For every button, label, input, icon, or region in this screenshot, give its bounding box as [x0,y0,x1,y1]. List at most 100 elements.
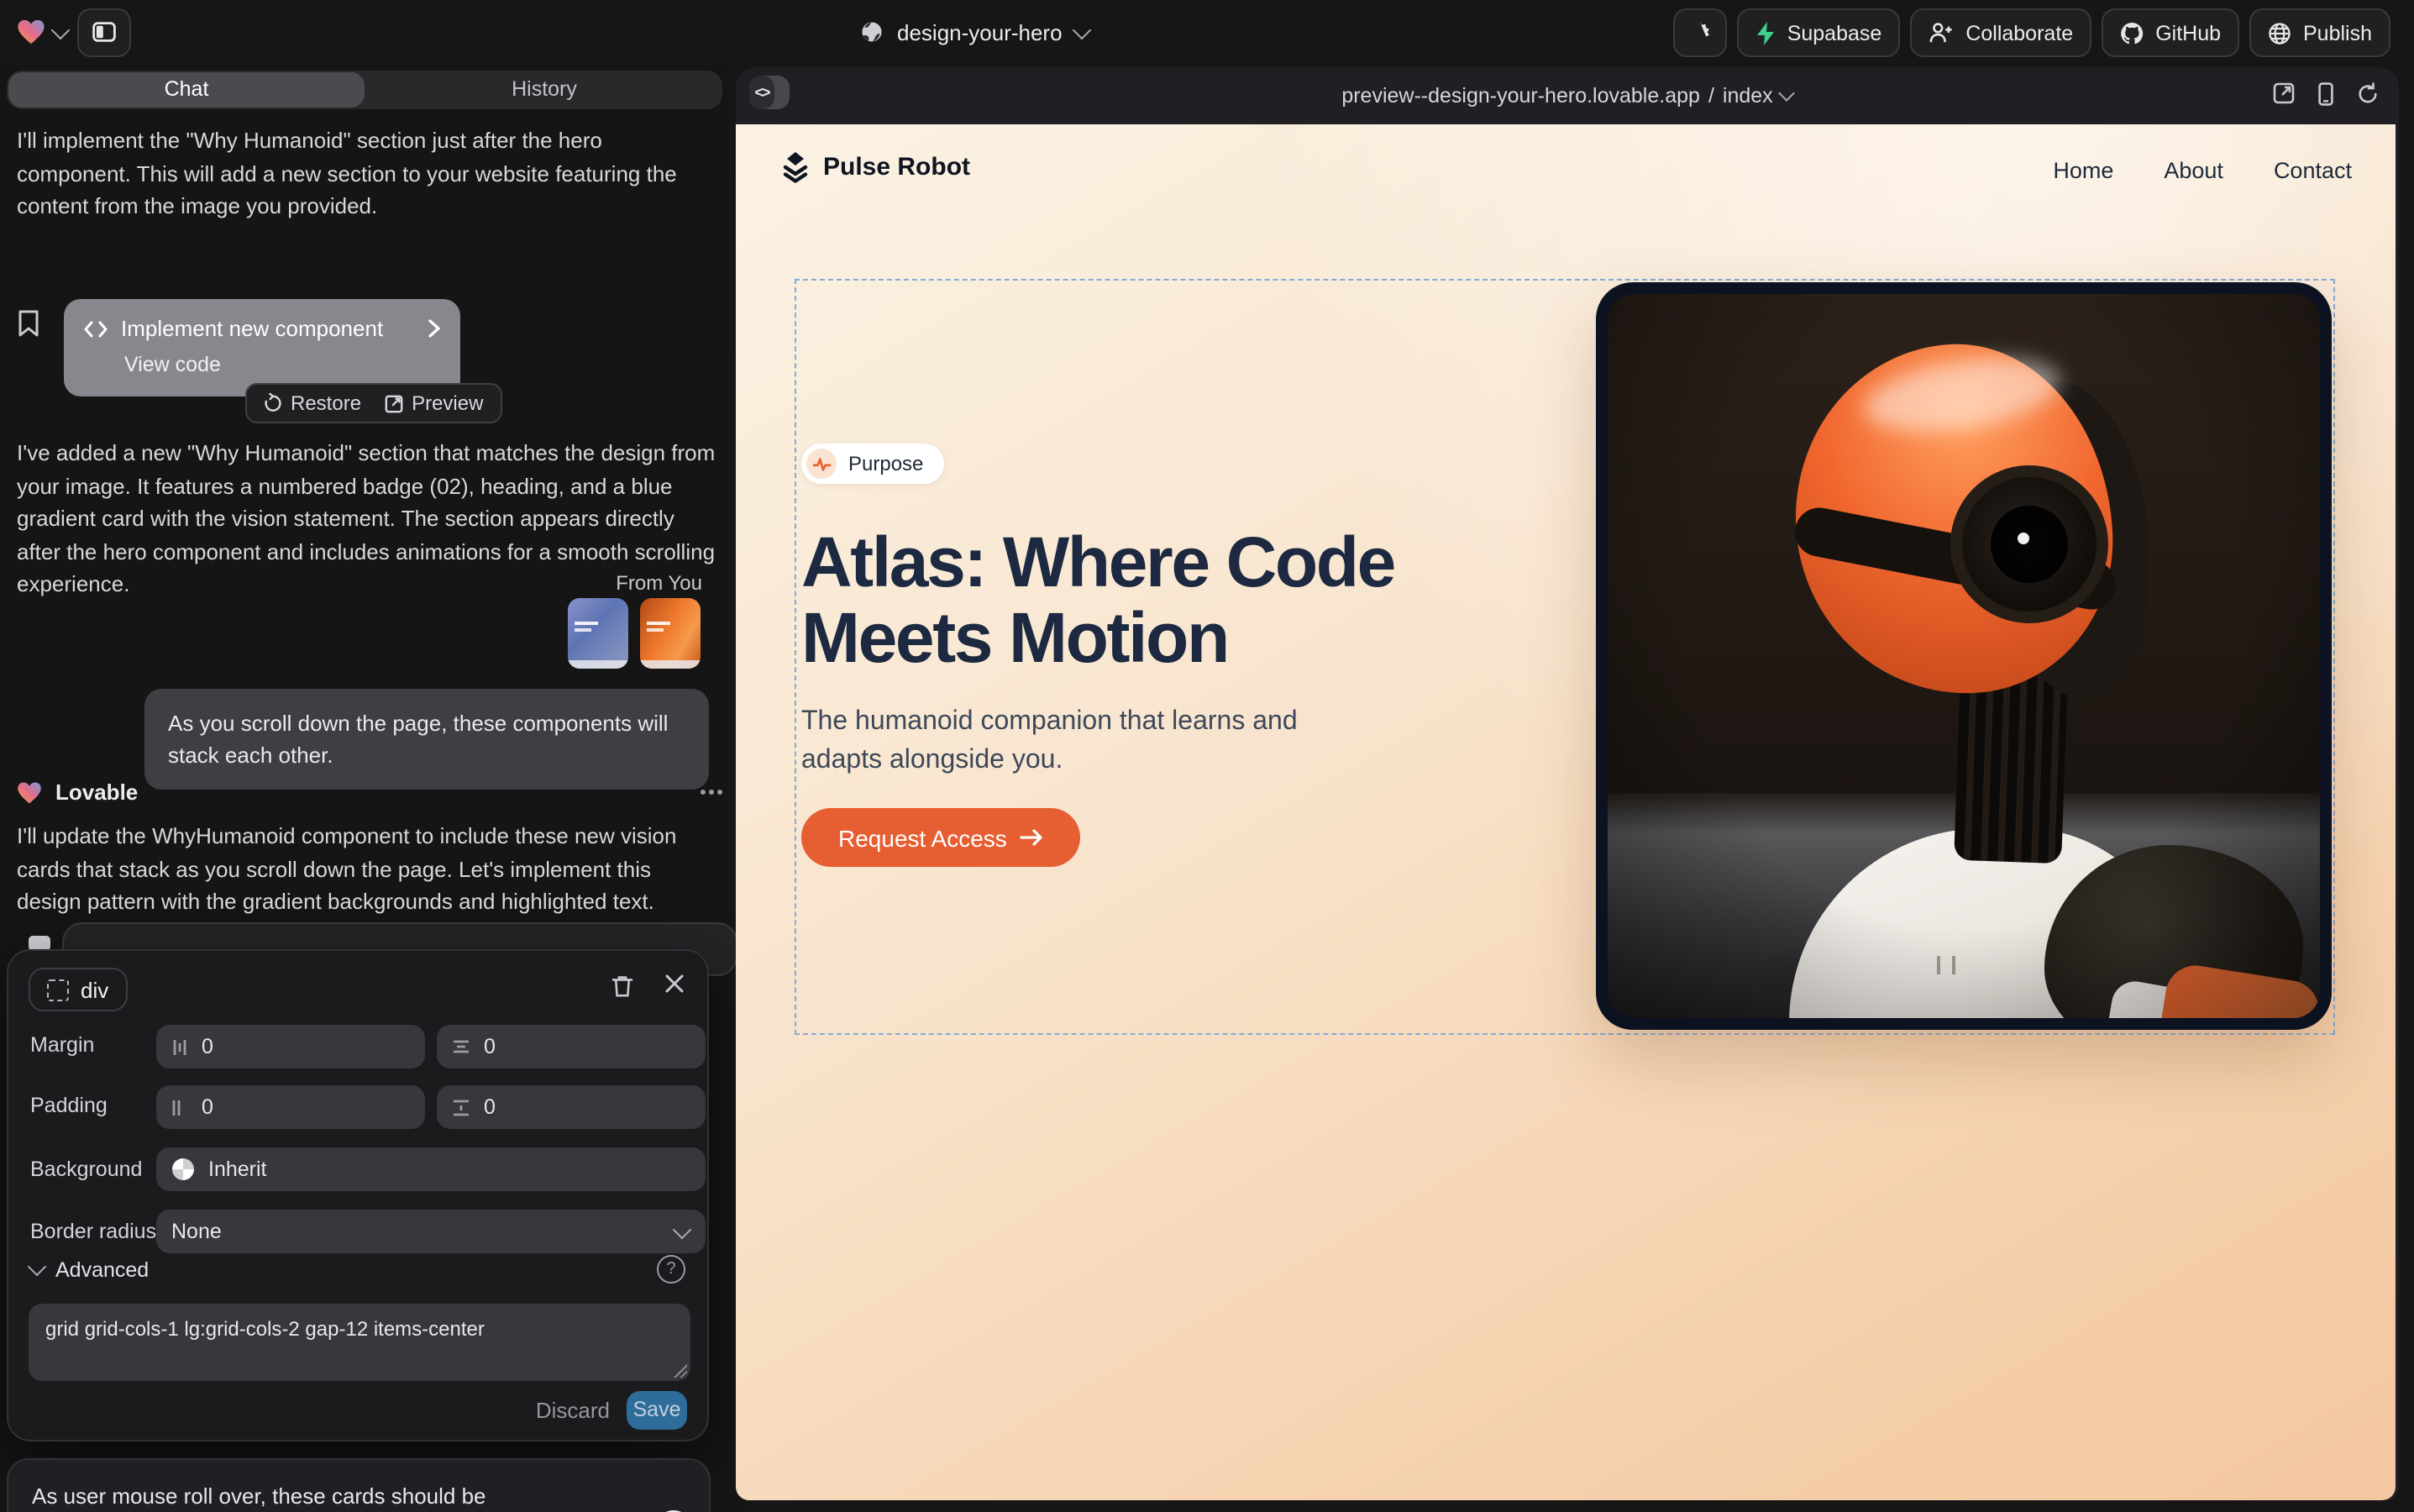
preview-path: index [1723,84,1773,108]
publish-button[interactable]: Publish [2249,8,2390,57]
purpose-badge: Purpose [801,444,943,484]
mobile-view-button[interactable] [2318,82,2333,106]
delete-element-button[interactable] [611,974,633,998]
globe-icon [860,20,884,44]
open-preview-icon [385,394,403,412]
open-in-new-button[interactable] [2273,82,2295,106]
site-brand[interactable]: Pulse Robot [781,151,970,183]
background-label: Background [30,1158,142,1181]
tab-chat[interactable]: Chat [8,72,365,108]
lovable-heart-small-icon [17,780,42,804]
nav-home[interactable]: Home [2053,158,2113,183]
code-icon [84,320,108,337]
collaborate-people-icon [1929,22,1954,44]
site-nav: Home About Contact [2053,158,2352,183]
select-chevron-icon [673,1220,692,1239]
close-inspector-button[interactable] [665,974,684,993]
padding-y-icon [452,1098,470,1116]
publish-globe-icon [2268,21,2291,45]
restore-button[interactable]: Restore [264,391,361,415]
save-button[interactable]: Save [627,1391,687,1430]
margin-label: Margin [30,1033,94,1057]
border-radius-label: Border radius [30,1220,156,1243]
message-hover-actions: Restore Preview [245,383,501,423]
margin-x-input[interactable]: 0 [156,1025,425,1068]
attachment-thumbnail-blue[interactable] [568,598,628,669]
close-icon [665,974,684,993]
robot-image [1608,294,2320,1018]
assistant-header: Lovable [17,780,138,805]
gear-icon [1688,21,1712,45]
github-octocat-icon [2120,21,2144,45]
padding-y-input[interactable]: 0 [437,1085,706,1129]
nav-about[interactable]: About [2164,158,2223,183]
arrow-right-icon [1021,828,1044,847]
margin-y-icon [452,1038,470,1055]
hero-robot-card [1596,282,2332,1030]
github-button[interactable]: GitHub [2102,8,2239,57]
project-switcher[interactable]: design-your-hero [860,0,1089,64]
nav-contact[interactable]: Contact [2274,158,2352,183]
project-name: design-your-hero [897,19,1063,45]
assistant-message-3: I'll update the WhyHumanoid component to… [17,820,716,918]
collaborate-button[interactable]: Collaborate [1910,8,2091,57]
selected-element-tag: div [81,977,108,1002]
margin-x-icon [171,1037,188,1056]
settings-button[interactable] [1673,8,1727,57]
workspace-chevron-icon [51,20,71,39]
discard-button[interactable]: Discard [536,1398,610,1423]
selected-element-chip[interactable]: div [29,968,127,1011]
lovable-heart-icon[interactable] [17,18,67,45]
advanced-chevron-icon [28,1257,47,1277]
assistant-message-1: I'll implement the "Why Humanoid" sectio… [17,124,716,223]
chat-input[interactable] [32,1478,687,1512]
component-card[interactable]: Implement new component View code [64,299,460,396]
project-chevron-icon [1073,20,1092,39]
layers-logo-icon [781,151,810,183]
site-brand-name: Pulse Robot [823,153,970,181]
url-path-separator: / [1708,84,1714,108]
more-options-icon[interactable] [701,790,706,795]
padding-label: Padding [30,1094,108,1117]
supabase-bolt-icon [1755,21,1776,45]
help-icon[interactable]: ? [657,1255,685,1284]
chat-panel: Chat History I'll implement the "Why Hum… [0,64,729,1512]
sidebar-icon [92,22,116,42]
margin-y-input[interactable]: 0 [437,1025,706,1068]
user-message-bubble: As you scroll down the page, these compo… [144,689,709,790]
preview-button[interactable]: Preview [385,391,483,415]
top-bar: design-your-hero Supabase Collaborate Gi… [0,0,2414,64]
restore-icon [264,393,282,413]
padding-x-input[interactable]: 0 [156,1085,425,1129]
chat-composer: Attach Edit Default [7,1458,711,1512]
tab-history[interactable]: History [366,72,722,108]
advanced-toggle[interactable]: Advanced [30,1258,149,1282]
element-outline-icon [47,979,69,1000]
preview-toolbar: <> preview--design-your-hero.lovable.app… [736,67,2399,124]
sidebar-toggle-button[interactable] [77,8,131,56]
trash-icon [611,974,633,998]
preview-url: preview--design-your-hero.lovable.app [1341,84,1700,108]
assistant-name: Lovable [55,780,138,805]
element-inspector: div Margin 0 0 Padding 0 [7,949,709,1441]
preview-url-bar[interactable]: preview--design-your-hero.lovable.app / … [736,67,2399,124]
assistant-message-2: I've added a new "Why Humanoid" section … [17,437,716,601]
bookmark-icon[interactable] [17,309,40,338]
app-root: design-your-hero Supabase Collaborate Gi… [0,0,2414,1512]
background-input[interactable]: Inherit [156,1147,706,1191]
view-code-link[interactable]: View code [124,353,440,376]
transparency-swatch-icon [171,1158,195,1181]
path-chevron-icon [1779,85,1796,102]
chevron-right-icon [428,319,440,338]
border-radius-select[interactable]: None [156,1210,706,1253]
refresh-button[interactable] [2357,82,2379,106]
hero-subtext: The humanoid companion that learns and a… [801,702,1381,780]
supabase-button[interactable]: Supabase [1737,8,1901,57]
preview-pane: <> preview--design-your-hero.lovable.app… [736,67,2399,1500]
request-access-button[interactable]: Request Access [801,808,1081,867]
component-card-title: Implement new component [121,316,383,341]
site-preview: Pulse Robot Home About Contact Purpose A… [736,124,2396,1500]
pulse-icon [806,449,837,479]
attachment-thumbnail-orange[interactable] [640,598,701,669]
tailwind-classes-textarea[interactable]: grid grid-cols-1 lg:grid-cols-2 gap-12 i… [29,1304,690,1381]
